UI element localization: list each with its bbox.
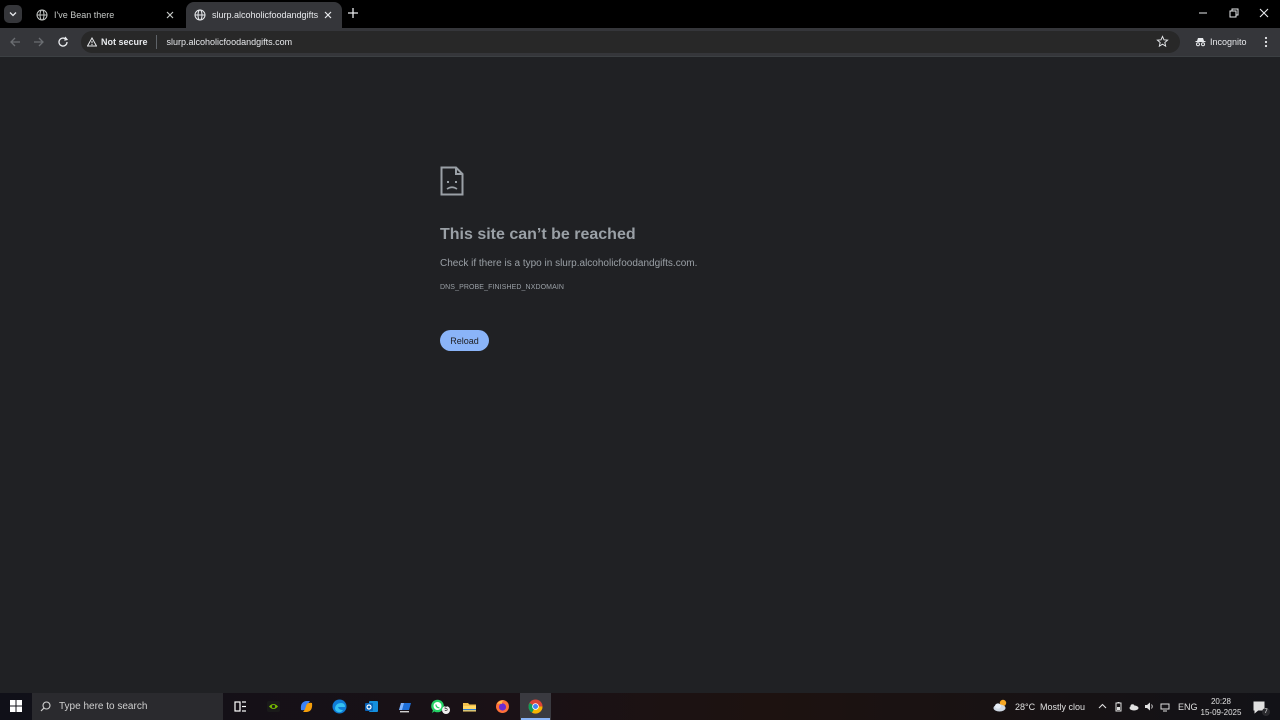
error-title: This site can’t be reached (440, 226, 636, 243)
reload-icon[interactable] (56, 35, 70, 49)
tab-slurp[interactable]: slurp.alcoholicfoodandgifts.com (186, 2, 342, 28)
close-window-icon[interactable] (1257, 6, 1271, 20)
search-icon (40, 701, 51, 712)
chevron-up-icon[interactable] (1097, 701, 1108, 712)
description-suffix: . (694, 258, 698, 269)
chrome-icon[interactable] (527, 698, 544, 715)
onedrive-icon[interactable] (1128, 701, 1139, 712)
tab-title: I've Bean there (54, 10, 115, 20)
new-tab-plus-icon[interactable] (346, 6, 360, 20)
windows-start-icon[interactable] (10, 700, 22, 712)
back-arrow-icon[interactable] (8, 35, 22, 49)
search-placeholder: Type here to search (59, 701, 148, 712)
copilot-icon[interactable] (298, 698, 315, 715)
sad-page-icon (440, 166, 464, 196)
tab-ive-bean-there[interactable]: I've Bean there (28, 2, 184, 28)
clock-time: 20:28 (1210, 697, 1232, 706)
toolbar-divider (0, 56, 1280, 57)
outlook-icon[interactable] (363, 698, 380, 715)
close-icon[interactable] (322, 9, 334, 21)
tab-search-button[interactable] (4, 5, 22, 23)
clock-date: 15-09-2025 (1200, 708, 1242, 717)
speaker-icon[interactable] (1144, 701, 1155, 712)
taskbar-search-box[interactable]: Type here to search (32, 693, 223, 720)
bookmark-star-icon[interactable] (1156, 35, 1169, 48)
globe-icon (36, 9, 48, 21)
restore-icon[interactable] (1227, 6, 1241, 20)
error-code: DNS_PROBE_FINISHED_NXDOMAIN (440, 284, 565, 291)
edge-icon[interactable] (331, 698, 348, 715)
close-icon[interactable] (164, 9, 176, 21)
weather-cloud-icon[interactable] (992, 697, 1009, 714)
language-indicator[interactable]: ENG (1178, 702, 1198, 712)
tab-title: slurp.alcoholicfoodandgifts.com (212, 10, 318, 20)
forward-arrow-icon[interactable] (32, 35, 46, 49)
chevron-down-icon (9, 12, 17, 17)
taskbar-clock[interactable]: 20:28 15-09-2025 (1198, 696, 1244, 718)
battery-icon[interactable] (1113, 701, 1124, 712)
incognito-icon (1195, 38, 1206, 47)
windows-taskbar: Type here to search 28°C Mostly clou ENG (0, 693, 1280, 720)
tab-strip: I've Bean there slurp.alcoholicfoodandgi… (0, 0, 1280, 28)
whatsapp-badge: 5 (442, 706, 450, 714)
task-view-icon[interactable] (232, 698, 249, 715)
minimize-icon[interactable] (1196, 6, 1210, 20)
notification-count-badge: 7 (1262, 708, 1270, 716)
description-host: slurp.alcoholicfoodandgifts.com (555, 258, 695, 269)
security-label: Not secure (101, 37, 148, 47)
reload-button[interactable]: Reload (440, 330, 489, 351)
description-prefix: Check if there is a typo in (440, 258, 556, 269)
weather-condition[interactable]: Mostly clou (1040, 702, 1089, 712)
address-bar[interactable]: Not secure slurp.alcoholicfoodandgifts.c… (81, 31, 1180, 53)
globe-icon (194, 9, 206, 21)
remote-app-icon[interactable] (396, 698, 413, 715)
firefox-icon[interactable] (494, 698, 511, 715)
more-vert-icon[interactable] (1259, 35, 1273, 49)
site-security-chip[interactable]: Not secure (87, 35, 157, 49)
url-text[interactable]: slurp.alcoholicfoodandgifts.com (167, 37, 293, 47)
nvidia-icon[interactable] (265, 698, 282, 715)
weather-temp[interactable]: 28°C (1015, 702, 1035, 712)
error-description: Check if there is a typo in slurp.alcoho… (440, 258, 697, 269)
incognito-indicator[interactable]: Incognito (1187, 33, 1255, 51)
network-icon[interactable] (1160, 701, 1171, 712)
file-explorer-icon[interactable] (461, 698, 478, 715)
warning-triangle-icon (87, 37, 97, 47)
incognito-label: Incognito (1210, 37, 1247, 47)
